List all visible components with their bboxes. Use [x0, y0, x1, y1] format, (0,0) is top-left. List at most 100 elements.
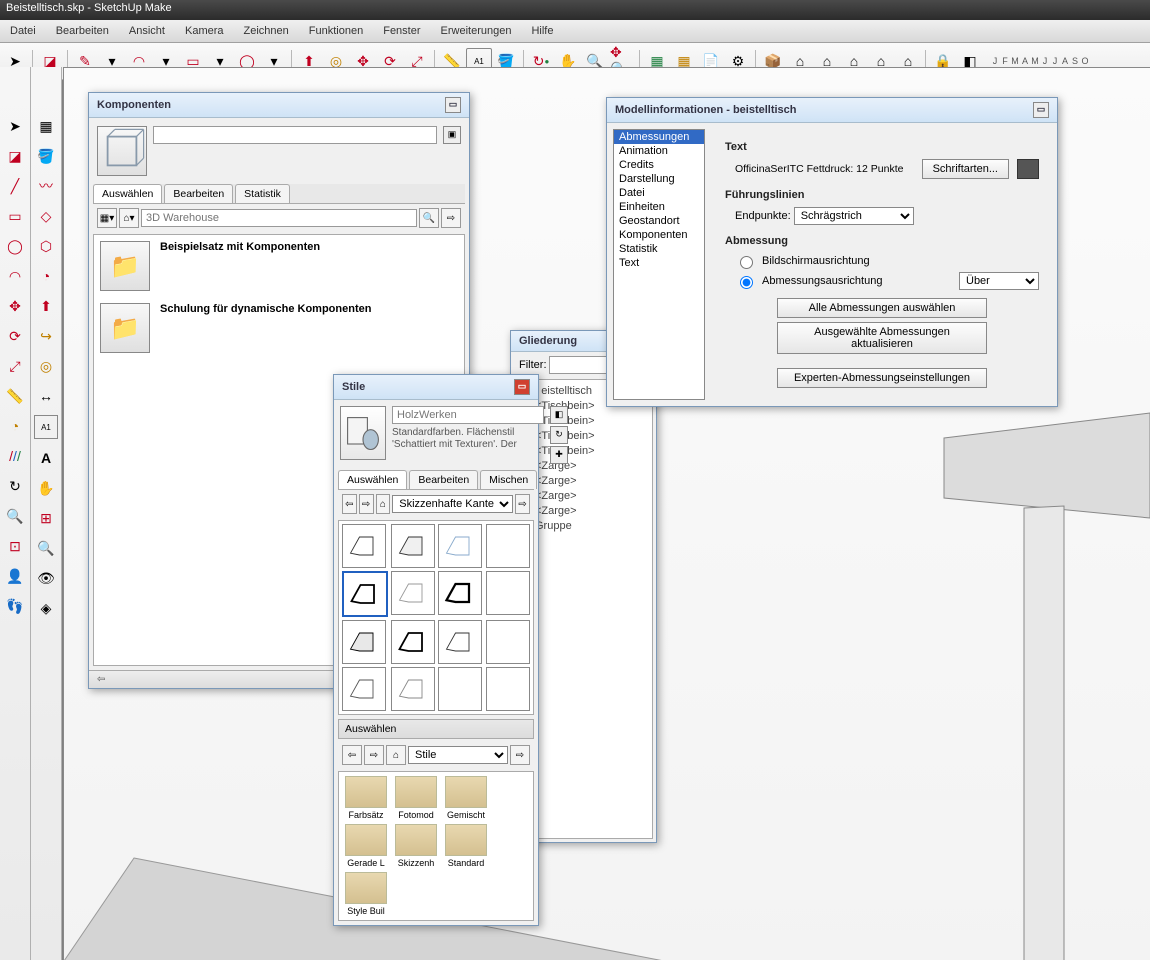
- nav-back-icon[interactable]: ⇦: [342, 745, 362, 765]
- cat-item[interactable]: Komponenten: [614, 228, 704, 242]
- month-strip[interactable]: JFMAMJJASO: [990, 56, 1090, 66]
- cat-item[interactable]: Abmessungen: [614, 130, 704, 144]
- new-style-icon[interactable]: ✚: [550, 446, 568, 464]
- cat-item[interactable]: Statistik: [614, 242, 704, 256]
- style-swatch[interactable]: [438, 571, 482, 615]
- outline-node[interactable]: <Zarge>: [535, 504, 644, 519]
- freehand-icon[interactable]: 〰: [35, 175, 57, 197]
- circle2-icon[interactable]: ◯: [4, 235, 26, 257]
- menu-tools[interactable]: Funktionen: [299, 22, 373, 40]
- rotrect-icon[interactable]: ◇: [35, 205, 57, 227]
- move2-icon[interactable]: ✥: [4, 295, 26, 317]
- style-swatch[interactable]: [486, 571, 530, 615]
- protractor-icon[interactable]: ◔: [4, 415, 26, 437]
- dim-orient-radio[interactable]: [740, 276, 753, 289]
- position-icon[interactable]: 👤: [4, 565, 26, 587]
- close-icon[interactable]: ▭: [445, 97, 461, 113]
- polygon-icon[interactable]: ⬡: [35, 235, 57, 257]
- style-swatch[interactable]: [438, 620, 482, 664]
- cat-item[interactable]: Datei: [614, 186, 704, 200]
- style-folder[interactable]: Skizzenh: [393, 824, 439, 868]
- menu-draw[interactable]: Zeichnen: [234, 22, 299, 40]
- style-swatch[interactable]: [391, 524, 435, 568]
- style-folder[interactable]: Gemischt: [443, 776, 489, 820]
- screen-orient-radio[interactable]: [740, 256, 753, 269]
- close-icon[interactable]: ▭: [1033, 102, 1049, 118]
- style-category-drop[interactable]: Skizzenhafte Kante: [392, 495, 513, 513]
- erase2-icon[interactable]: ◪: [4, 145, 26, 167]
- pan2-icon[interactable]: ✋: [35, 477, 57, 499]
- component-item[interactable]: 📁 Schulung für dynamische Komponenten: [94, 297, 464, 359]
- search-icon[interactable]: 🔍: [419, 208, 439, 228]
- style-swatch[interactable]: [438, 667, 482, 711]
- style-swatch[interactable]: [438, 524, 482, 568]
- tab-mix[interactable]: Mischen: [480, 470, 537, 489]
- style-swatch[interactable]: [342, 667, 386, 711]
- menu-camera[interactable]: Kamera: [175, 22, 234, 40]
- endpoints-drop[interactable]: Schrägstrich: [794, 207, 914, 225]
- orient-drop[interactable]: Über: [959, 272, 1039, 290]
- menu-view[interactable]: Ansicht: [119, 22, 175, 40]
- fonts-button[interactable]: Schriftarten...: [922, 159, 1009, 179]
- details-icon[interactable]: ⇨: [515, 494, 530, 514]
- search-input[interactable]: [141, 209, 417, 227]
- nav-fwd-icon[interactable]: ⇨: [364, 745, 384, 765]
- style-swatch[interactable]: [391, 571, 435, 615]
- 3dtext-icon[interactable]: A: [35, 447, 57, 469]
- orbit2-icon[interactable]: ↻: [4, 475, 26, 497]
- select-icon[interactable]: ➤: [4, 115, 26, 137]
- paint2-icon[interactable]: 🪣: [35, 145, 57, 167]
- menu-help[interactable]: Hilfe: [521, 22, 563, 40]
- component-item[interactable]: 📁 Beispielsatz mit Komponenten: [94, 235, 464, 297]
- cat-item[interactable]: Einheiten: [614, 200, 704, 214]
- tape2-icon[interactable]: 📏: [4, 385, 26, 407]
- style-swatch[interactable]: [486, 524, 530, 568]
- select-all-dims-button[interactable]: Alle Abmessungen auswählen: [777, 298, 987, 318]
- style-swatch[interactable]: [391, 667, 435, 711]
- style-swatch[interactable]: [486, 667, 530, 711]
- cat-item[interactable]: Geostandort: [614, 214, 704, 228]
- section-icon[interactable]: ◈: [35, 597, 57, 619]
- style-swatch[interactable]: [342, 571, 388, 617]
- text2-icon[interactable]: A1: [34, 415, 58, 439]
- home-icon[interactable]: ⌂: [386, 745, 406, 765]
- menu-file[interactable]: Datei: [0, 22, 46, 40]
- style-name-input[interactable]: [392, 406, 544, 424]
- outline-node[interactable]: <Zarge>: [535, 489, 644, 504]
- home-icon[interactable]: ⌂▾: [119, 208, 139, 228]
- menu-extensions[interactable]: Erweiterungen: [431, 22, 522, 40]
- outline-node[interactable]: Gruppe: [535, 519, 644, 534]
- zoom2-icon[interactable]: 🔍: [4, 505, 26, 527]
- home-icon[interactable]: ⌂: [376, 494, 391, 514]
- style-browser-drop[interactable]: Stile: [408, 746, 508, 764]
- outline-node[interactable]: <Zarge>: [535, 474, 644, 489]
- component-icon[interactable]: ▦: [35, 115, 57, 137]
- style-swatch[interactable]: [391, 620, 435, 664]
- tab-edit[interactable]: Bearbeiten: [409, 470, 478, 489]
- style-swatch[interactable]: [342, 524, 386, 568]
- update-dims-button[interactable]: Ausgewählte Abmessungen aktualisieren: [777, 322, 987, 354]
- update-style-icon[interactable]: ↻: [550, 426, 568, 444]
- cat-item[interactable]: Text: [614, 256, 704, 270]
- pin-icon[interactable]: ▣: [443, 126, 461, 144]
- style-folder[interactable]: Farbsätz: [343, 776, 389, 820]
- view-mode-icon[interactable]: ▦▾: [97, 208, 117, 228]
- pie-icon[interactable]: ◔: [35, 265, 57, 287]
- nav-fwd-icon[interactable]: ⇨: [359, 494, 374, 514]
- scale2-icon[interactable]: ⤢: [4, 355, 26, 377]
- nav-forward-icon[interactable]: ⇨: [441, 208, 461, 228]
- line2-icon[interactable]: ╱: [4, 175, 26, 197]
- style-folder[interactable]: Fotomod: [393, 776, 439, 820]
- style-folder[interactable]: Gerade L: [343, 824, 389, 868]
- color-swatch[interactable]: [1017, 159, 1039, 179]
- zoomext2-icon[interactable]: ⊞: [35, 507, 57, 529]
- tab-select[interactable]: Auswählen: [338, 470, 407, 489]
- rotate2-icon[interactable]: ⟳: [4, 325, 26, 347]
- followme-icon[interactable]: ↪: [35, 325, 57, 347]
- style-folder[interactable]: Style Buil: [343, 872, 389, 916]
- style-swatch[interactable]: [486, 620, 530, 664]
- zoomwin-icon[interactable]: ⊡: [4, 535, 26, 557]
- walk-icon[interactable]: 👣: [4, 595, 26, 617]
- category-list[interactable]: Abmessungen Animation Credits Darstellun…: [613, 129, 705, 400]
- nav-back-icon[interactable]: ⇦: [342, 494, 357, 514]
